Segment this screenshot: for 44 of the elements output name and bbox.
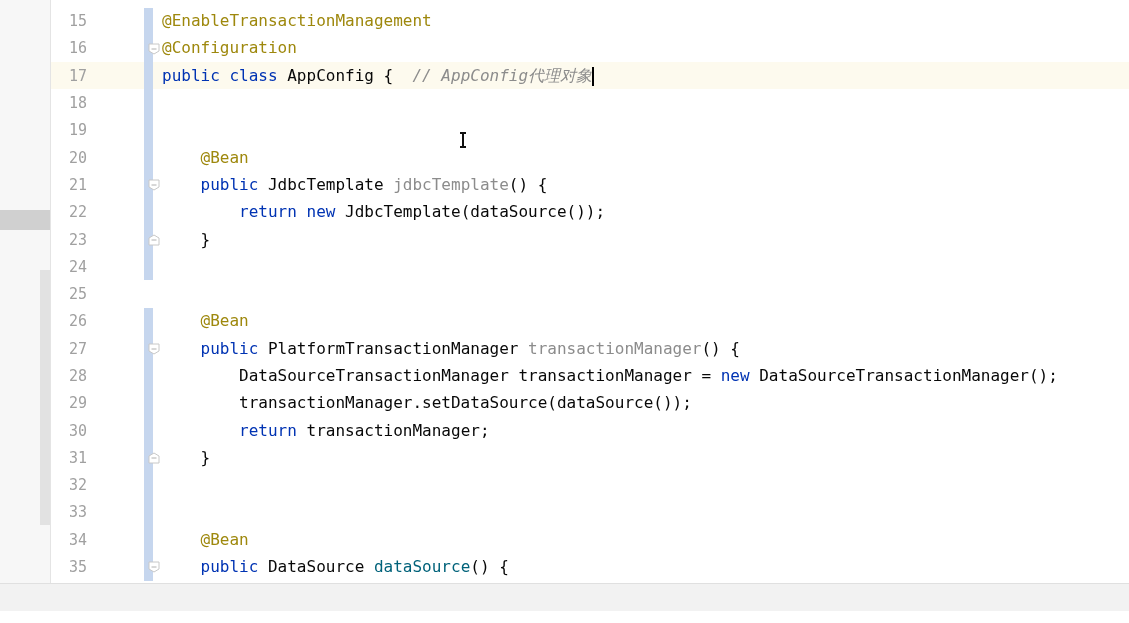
fold-start-icon[interactable] xyxy=(148,343,160,356)
line-number: 31 xyxy=(67,448,87,467)
line-number: 26 xyxy=(67,312,87,331)
line-number: 27 xyxy=(67,339,87,358)
line-number: 17 xyxy=(67,66,87,85)
text-cursor-icon xyxy=(458,132,468,148)
code-line: public JdbcTemplate jdbcTemplate() { xyxy=(199,174,548,195)
code-line: @EnableTransactionManagement xyxy=(162,11,432,32)
fold-end-icon[interactable] xyxy=(148,233,160,246)
code-line: @Configuration xyxy=(162,38,297,59)
line-number: 19 xyxy=(67,121,87,140)
code-line: return transactionManager; xyxy=(238,420,490,441)
line-number: 30 xyxy=(67,421,87,440)
line-number: 24 xyxy=(67,257,87,276)
fold-end-icon[interactable] xyxy=(148,452,160,465)
code-line: DataSourceTransactionManager transactionManager = new DataSourceTransactionManager(); xyxy=(238,366,1058,386)
code-line: @Bean xyxy=(199,529,249,550)
line-number: 15 xyxy=(67,12,87,31)
fold-start-icon[interactable] xyxy=(148,561,160,574)
line-number: 29 xyxy=(67,394,87,413)
code-line: transactionManager.setDataSource(dataSource()); xyxy=(238,393,692,414)
line-number: 16 xyxy=(67,39,87,58)
line-number: 23 xyxy=(67,230,87,249)
code-line: return new JdbcTemplate(dataSource()); xyxy=(238,202,606,223)
code-line: @Bean xyxy=(199,147,249,168)
line-number: 18 xyxy=(67,94,87,113)
line-number: 22 xyxy=(67,203,87,222)
line-number: 32 xyxy=(67,476,87,495)
fold-start-icon[interactable] xyxy=(148,179,160,192)
code-line: } xyxy=(199,447,211,468)
code-line: public class AppConfig { // AppConfig代理对象 xyxy=(162,65,595,86)
line-number: 20 xyxy=(67,148,87,167)
line-number: 34 xyxy=(67,530,87,549)
code-line: public DataSource dataSource() { xyxy=(199,557,509,578)
code-line: public PlatformTransactionManager transactionManager() { xyxy=(199,338,740,359)
line-number: 35 xyxy=(67,558,87,577)
line-number: 21 xyxy=(67,175,87,194)
fold-start-icon[interactable] xyxy=(148,42,160,55)
line-number: 25 xyxy=(67,285,87,304)
line-number: 33 xyxy=(67,503,87,522)
side-tab[interactable] xyxy=(0,210,50,230)
code-line: @Bean xyxy=(199,311,249,332)
line-number: 28 xyxy=(67,367,87,385)
code-line: } xyxy=(199,229,211,250)
